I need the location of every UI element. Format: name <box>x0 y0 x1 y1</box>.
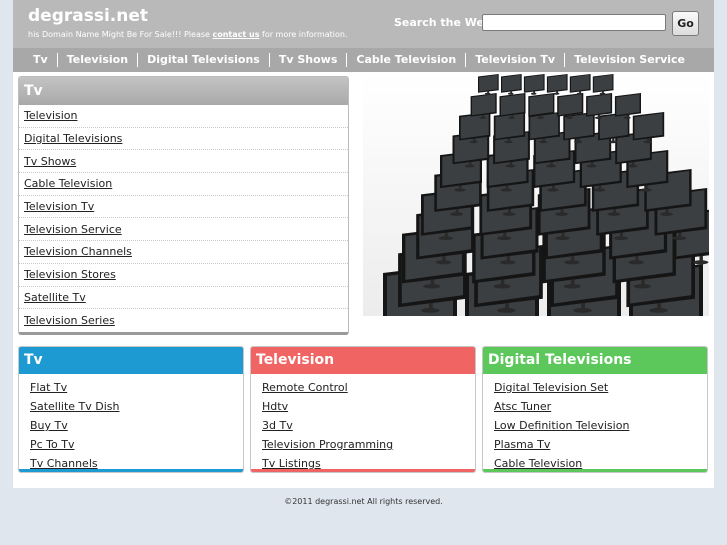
box-accent-bar <box>19 469 243 472</box>
category-box-title: Digital Televisions <box>483 347 707 374</box>
sidebar-panel: Tv Television Digital Televisions Tv Sho… <box>18 76 349 335</box>
list-item: Television Series <box>19 309 348 332</box>
box-link[interactable]: Pc To Tv <box>30 438 74 451</box>
hero-image-tv-rows <box>363 72 709 316</box>
list-item: Cable Television <box>19 173 348 196</box>
list-item: Satellite Tv <box>19 287 348 310</box>
list-item: Television Stores <box>19 264 348 287</box>
nav-item-television-tv[interactable]: Television Tv <box>465 53 564 67</box>
list-item: Pc To Tv <box>30 435 243 454</box>
top-navigation: Tv Television Digital Televisions Tv Sho… <box>13 48 714 72</box>
box-link[interactable]: 3d Tv <box>262 419 293 432</box>
list-item: Television Channels <box>19 241 348 264</box>
sidebar-link-television-series[interactable]: Television Series <box>24 314 115 327</box>
category-boxes: Tv Flat Tv Satellite Tv Dish Buy Tv Pc T… <box>18 346 709 474</box>
list-item: Atsc Tuner <box>494 397 707 416</box>
sale-text-post: for more information. <box>259 30 348 39</box>
box-link[interactable]: Television Programming <box>262 438 393 451</box>
list-item: Flat Tv <box>30 378 243 397</box>
footer-copyright: ©2011 degrassi.net All rights reserved. <box>284 497 443 506</box>
box-link[interactable]: Flat Tv <box>30 381 67 394</box>
box-link[interactable]: Atsc Tuner <box>494 400 551 413</box>
box-link[interactable]: Low Definition Television <box>494 419 629 432</box>
nav-item-cable-television[interactable]: Cable Television <box>346 53 465 67</box>
sidebar-link-cable-television[interactable]: Cable Television <box>24 177 112 190</box>
sale-text-pre: his Domain Name Might Be For Sale!!! Ple… <box>28 30 213 39</box>
list-item: Hdtv <box>262 397 475 416</box>
search-label: Search the Web: <box>394 16 497 29</box>
search-go-button[interactable]: Go <box>672 11 699 36</box>
sidebar-link-television-channels[interactable]: Television Channels <box>24 245 132 258</box>
tv-screens-illustration <box>383 74 709 316</box>
site-title[interactable]: degrassi.net <box>28 6 148 26</box>
sidebar-link-television[interactable]: Television <box>24 109 78 122</box>
nav-item-digital-televisions[interactable]: Digital Televisions <box>137 53 269 67</box>
sidebar-link-satellite-tv[interactable]: Satellite Tv <box>24 291 86 304</box>
sidebar-link-television-stores[interactable]: Television Stores <box>24 268 116 281</box>
category-box-title: Tv <box>19 347 243 374</box>
list-item: 3d Tv <box>262 416 475 435</box>
sidebar-list: Television Digital Televisions Tv Shows … <box>19 105 348 332</box>
nav-item-television-service[interactable]: Television Service <box>564 53 694 67</box>
sidebar-title: Tv <box>19 77 348 105</box>
sidebar-link-television-service[interactable]: Television Service <box>24 223 122 236</box>
box-accent-bar <box>251 469 475 472</box>
category-box-digital-televisions: Digital Televisions Digital Television S… <box>482 346 708 473</box>
list-item: Television <box>19 105 348 128</box>
list-item: Remote Control <box>262 378 475 397</box>
category-box-links: Digital Television Set Atsc Tuner Low De… <box>483 374 707 472</box>
sale-notice: his Domain Name Might Be For Sale!!! Ple… <box>28 30 348 39</box>
main-content: Tv Television Digital Televisions Tv Sho… <box>13 72 714 488</box>
header: degrassi.net his Domain Name Might Be Fo… <box>13 0 714 48</box>
category-box-title: Television <box>251 347 475 374</box>
box-link[interactable]: Hdtv <box>262 400 288 413</box>
sidebar-link-television-tv[interactable]: Television Tv <box>24 200 94 213</box>
list-item: Television Service <box>19 218 348 242</box>
box-link[interactable]: Buy Tv <box>30 419 68 432</box>
sidebar-link-tv-shows[interactable]: Tv Shows <box>24 155 76 168</box>
nav-item-television[interactable]: Television <box>56 53 137 67</box>
nav-item-tv-shows[interactable]: Tv Shows <box>268 53 347 67</box>
list-item: Digital Television Set <box>494 378 707 397</box>
list-item: Television Tv <box>19 196 348 219</box>
list-item: Digital Televisions <box>19 128 348 151</box>
box-link[interactable]: Digital Television Set <box>494 381 608 394</box>
contact-us-link[interactable]: contact us <box>212 30 259 39</box>
box-link[interactable]: Plasma Tv <box>494 438 550 451</box>
list-item: Low Definition Television <box>494 416 707 435</box>
category-box-links: Flat Tv Satellite Tv Dish Buy Tv Pc To T… <box>19 374 243 472</box>
box-link[interactable]: Satellite Tv Dish <box>30 400 120 413</box>
list-item: Buy Tv <box>30 416 243 435</box>
list-item: Plasma Tv <box>494 435 707 454</box>
sidebar-link-digital-televisions[interactable]: Digital Televisions <box>24 132 122 145</box>
box-link[interactable]: Remote Control <box>262 381 348 394</box>
list-item: Television Programming <box>262 435 475 454</box>
search-input[interactable] <box>482 14 666 31</box>
list-item: Tv Shows <box>19 150 348 174</box>
list-item: Satellite Tv Dish <box>30 397 243 416</box>
category-box-television: Television Remote Control Hdtv 3d Tv Tel… <box>250 346 476 473</box>
category-box-tv: Tv Flat Tv Satellite Tv Dish Buy Tv Pc T… <box>18 346 244 473</box>
nav-item-tv[interactable]: Tv <box>29 53 57 67</box>
box-accent-bar <box>483 469 707 472</box>
category-box-links: Remote Control Hdtv 3d Tv Television Pro… <box>251 374 475 472</box>
